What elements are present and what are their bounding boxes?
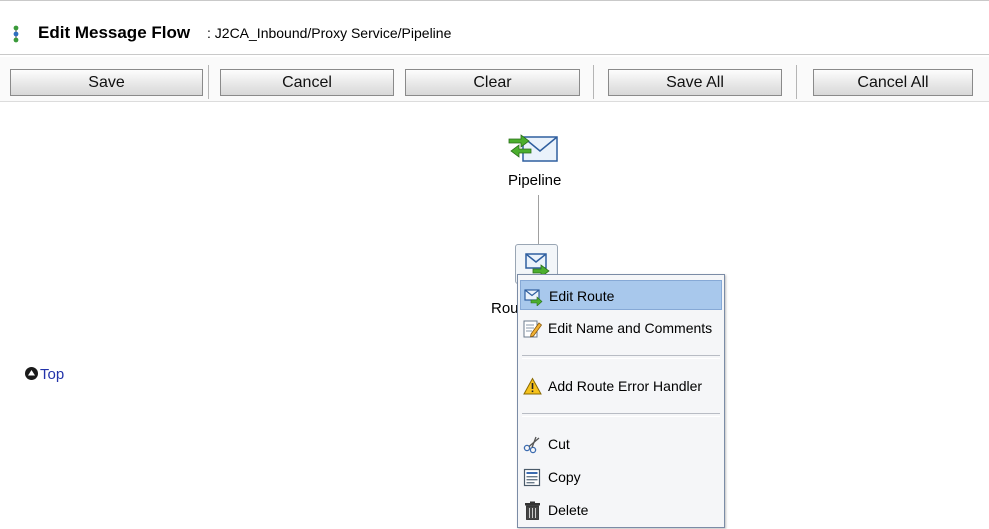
pipeline-icon[interactable] xyxy=(507,129,561,167)
menu-item-edit-route[interactable]: Edit Route xyxy=(520,280,722,310)
save-button[interactable]: Save xyxy=(10,69,203,96)
menu-item-label: Cut xyxy=(548,436,570,452)
menu-item-delete[interactable]: Delete xyxy=(520,495,722,525)
toolbar-divider xyxy=(796,65,797,99)
pipeline-node-label[interactable]: Pipeline xyxy=(508,172,561,189)
top-link-label[interactable]: Top xyxy=(40,366,64,383)
page-header: Edit Message Flow : J2CA_Inbound/Proxy S… xyxy=(0,0,989,55)
menu-item-copy[interactable]: Copy xyxy=(520,462,722,492)
menu-item-label: Copy xyxy=(548,469,581,485)
page-title: Edit Message Flow xyxy=(38,23,191,42)
cancel-all-button[interactable]: Cancel All xyxy=(813,69,973,96)
context-menu: Edit Route Edit Name and Comments Add Ro… xyxy=(517,274,725,528)
save-all-button[interactable]: Save All xyxy=(608,69,782,96)
trash-icon xyxy=(525,501,540,520)
menu-item-label: Delete xyxy=(548,502,589,518)
clear-button[interactable]: Clear xyxy=(405,69,580,96)
menu-separator xyxy=(522,355,720,359)
cancel-button[interactable]: Cancel xyxy=(220,69,394,96)
toolbar-divider xyxy=(593,65,594,99)
menu-item-label: Edit Name and Comments xyxy=(548,320,713,336)
menu-item-add-route-error-handler[interactable]: Add Route Error Handler xyxy=(520,371,722,401)
flow-connector xyxy=(538,195,539,245)
toolbar: Save Cancel Clear Save All Cancel All xyxy=(0,57,989,102)
menu-item-cut[interactable]: Cut xyxy=(520,429,722,459)
copy-icon xyxy=(523,468,541,487)
pencil-note-icon xyxy=(523,320,542,338)
edit-route-icon xyxy=(524,289,543,306)
route-node-label[interactable]: Rou xyxy=(491,300,519,317)
flow-icon xyxy=(13,25,19,43)
menu-item-edit-name-comments[interactable]: Edit Name and Comments xyxy=(520,313,722,343)
menu-item-label: Add Route Error Handler xyxy=(548,378,703,394)
menu-separator xyxy=(522,413,720,417)
menu-item-label: Edit Route xyxy=(549,288,615,304)
up-arrow-icon xyxy=(25,367,38,380)
scissors-icon xyxy=(523,436,540,454)
breadcrumb-path: : J2CA_Inbound/Proxy Service/Pipeline xyxy=(207,25,452,41)
warning-icon xyxy=(523,377,542,395)
toolbar-divider xyxy=(208,65,209,99)
